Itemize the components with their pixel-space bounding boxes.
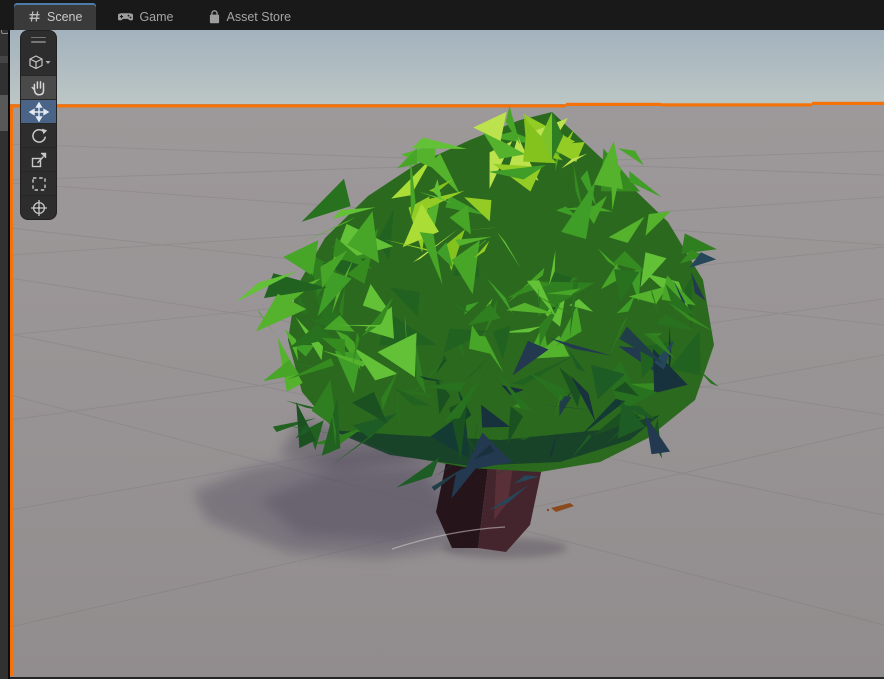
grid-icon — [28, 10, 41, 23]
move-tool-button[interactable] — [21, 99, 56, 123]
tab-asset-store[interactable]: Asset Store — [196, 3, 304, 30]
scale-tool-button[interactable] — [21, 147, 56, 171]
tab-asset-store-label: Asset Store — [227, 10, 292, 24]
view-tabbar: Scene Game Asset Store — [0, 0, 884, 30]
view-pan-tool-button[interactable] — [21, 75, 56, 99]
cube-icon — [30, 56, 42, 69]
view-options-button[interactable] — [21, 48, 56, 75]
overlay-drag-handle[interactable] — [21, 31, 56, 48]
gamepad-icon — [118, 11, 133, 22]
rect-icon — [33, 178, 45, 190]
docked-panel-sliver — [0, 0, 10, 679]
scene-viewport[interactable] — [10, 30, 884, 679]
tab-scene-label: Scene — [47, 10, 82, 24]
scene-tools-overlay — [20, 30, 57, 220]
tab-scene[interactable]: Scene — [14, 3, 96, 30]
sky — [10, 30, 884, 108]
scale-icon — [32, 153, 45, 166]
unity-editor: Scene Game Asset Store — [0, 0, 884, 679]
transform-tool-button[interactable] — [21, 195, 56, 219]
chevron-down-icon — [45, 61, 50, 64]
hand-icon — [32, 81, 43, 94]
rect-tool-button[interactable] — [21, 171, 56, 195]
tab-game[interactable]: Game — [106, 3, 185, 30]
rotate-tool-button[interactable] — [21, 123, 56, 147]
shopping-bag-icon — [208, 10, 221, 24]
tab-game-label: Game — [139, 10, 173, 24]
move-icon — [30, 103, 48, 121]
transform-icon — [31, 200, 47, 216]
rotate-icon — [32, 128, 46, 142]
